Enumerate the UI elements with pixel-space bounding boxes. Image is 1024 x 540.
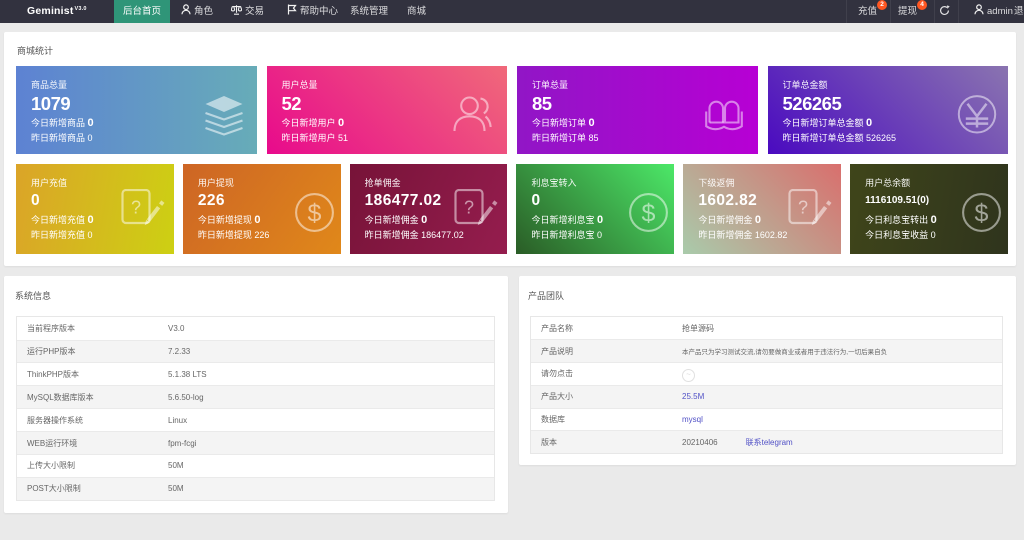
- svg-text:?: ?: [798, 198, 808, 218]
- svg-text:$: $: [308, 199, 322, 227]
- svg-text:?: ?: [464, 198, 474, 218]
- svg-text:$: $: [641, 199, 655, 227]
- svg-text:?: ?: [131, 198, 141, 218]
- svg-text:$: $: [975, 199, 989, 227]
